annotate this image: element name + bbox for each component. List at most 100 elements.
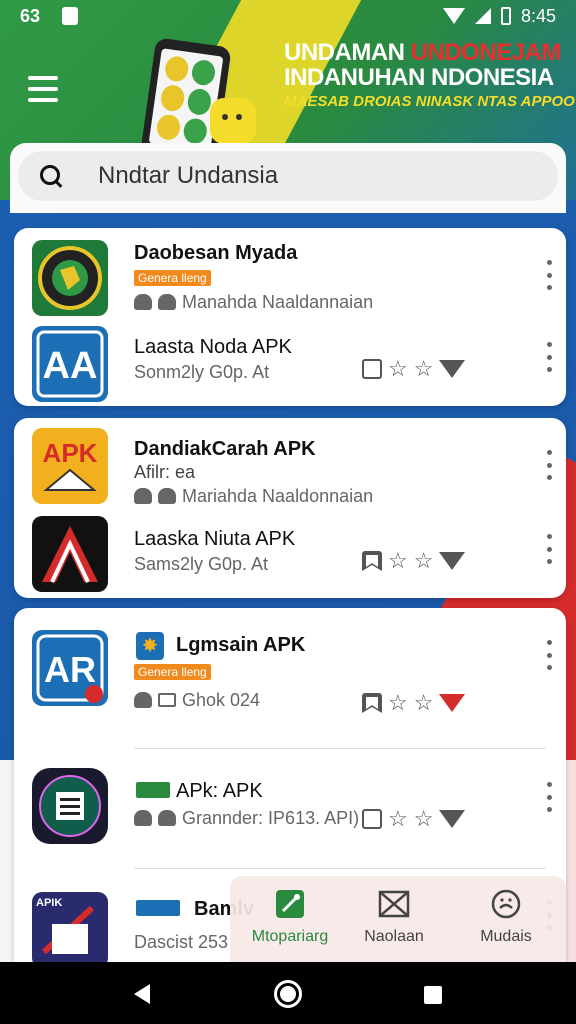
genre-badge: Genera lleng [134, 664, 211, 680]
search-icon[interactable] [40, 165, 62, 187]
star-icon[interactable]: ☆ [414, 808, 434, 830]
headline-line1-b: UNDONEJAM [410, 39, 562, 66]
app-title: Laaska Niuta APK [134, 528, 296, 550]
item-actions: ☆ ☆ [362, 358, 466, 380]
item-actions: ☆ ☆ [362, 550, 466, 572]
app-subtitle: Sams2ly G0p. At [134, 554, 269, 574]
star-icon[interactable]: ☆ [388, 692, 408, 714]
home-icon[interactable] [274, 980, 302, 1008]
list-item[interactable]: APK DandiakCarah APK Afilr: ea Mariahda … [14, 418, 566, 510]
app-subtitle: Sonm2ly G0p. At [134, 362, 270, 382]
app-subtitle: Ghok 024 [134, 690, 260, 711]
app-title: APk: APK [176, 780, 263, 802]
status-number: 63 [20, 5, 41, 26]
system-nav-bar [0, 962, 576, 1024]
mascot-icon [210, 98, 256, 144]
recent-apps-icon[interactable] [424, 986, 442, 1004]
search-panel [10, 143, 566, 213]
people-icon [158, 294, 176, 310]
star-icon[interactable]: ☆ [388, 808, 408, 830]
status-clock: 8:45 [520, 5, 556, 26]
arrow-a-icon [32, 516, 108, 592]
nav-item-face[interactable]: Mudais [456, 888, 556, 946]
download-icon[interactable] [439, 810, 466, 828]
nav-label: Mudais [480, 928, 532, 945]
apk-pre-icon: APIK [32, 892, 108, 968]
more-options-icon[interactable] [546, 782, 552, 812]
star-icon[interactable]: ☆ [414, 692, 434, 714]
app-subtitle: Grannder: IP613. API) [134, 808, 359, 829]
checkbox-icon[interactable] [362, 359, 382, 379]
list-item[interactable]: APk: APK Grannder: IP613. API) ☆ ☆ [14, 750, 566, 868]
more-options-icon[interactable] [546, 450, 552, 480]
app-subtitle-text: Mariahda Naaldonnaian [182, 486, 374, 506]
download-icon[interactable] [439, 694, 466, 712]
header: UNDAMAN UNDONEJAM INDANUHAN NDONESIA MAE… [0, 32, 576, 163]
app-subtitle-text: Manahda Naaldannaian [182, 292, 374, 312]
nav-label: Naolaan [364, 928, 424, 945]
tag-icon [136, 782, 170, 798]
people-icon [134, 810, 152, 826]
app-subtitle-text: Grannder: IP613. API) [182, 808, 360, 828]
app-title: Daobesan Myada [134, 242, 298, 264]
people-icon [158, 810, 176, 826]
notification-icon [62, 7, 79, 25]
headline-line1-a: UNDAMAN [284, 39, 411, 66]
star-icon[interactable]: ☆ [388, 550, 408, 572]
apk-icon: APK [32, 428, 108, 504]
list-item[interactable]: AR ✸ Lgmsain APK Genera lleng Ghok 024 ☆… [14, 608, 566, 748]
signal-icon [474, 8, 491, 24]
face-icon [490, 888, 522, 920]
folder-icon [158, 693, 176, 707]
item-actions: ☆ ☆ [362, 808, 466, 830]
star-icon[interactable]: ☆ [388, 358, 408, 380]
star-icon[interactable]: ☆ [414, 550, 434, 572]
menu-icon[interactable] [28, 76, 58, 102]
nav-item-mail[interactable]: Naolaan [344, 888, 444, 946]
list-item[interactable]: Laaska Niuta APK Sams2ly G0p. At ☆ ☆ [14, 510, 566, 598]
app-title: Lgmsain APK [176, 634, 306, 656]
battery-icon [500, 7, 511, 25]
divider [134, 868, 546, 869]
more-options-icon[interactable] [546, 342, 552, 372]
search-input[interactable] [98, 162, 518, 190]
people-icon [134, 294, 152, 310]
headline-line2: INDANUHAN NDONESIA [284, 64, 554, 92]
genre-badge: Genera lleng [134, 270, 211, 286]
globe-seal-icon [32, 240, 108, 316]
download-icon[interactable] [439, 552, 466, 570]
bookmark-icon[interactable] [362, 693, 382, 713]
circle-logo-icon [32, 768, 108, 844]
star-badge-icon: ✸ [136, 632, 164, 660]
nav-label: Mtopariarg [251, 928, 329, 945]
people-icon [134, 692, 152, 708]
more-options-icon[interactable] [546, 534, 552, 564]
people-icon [158, 488, 176, 504]
status-bar: 63 8:45 [0, 0, 576, 32]
mail-icon [378, 888, 410, 920]
banner-headline: UNDAMAN UNDONEJAM INDANUHAN NDONESIA MAE… [284, 39, 575, 111]
star-icon[interactable]: ☆ [414, 358, 434, 380]
checkbox-icon[interactable] [362, 809, 382, 829]
app-title: DandiakCarah APK [134, 438, 316, 460]
list-item[interactable]: AA Laasta Noda APK Sonm2ly G0p. At ☆ ☆ [14, 318, 566, 406]
app-subtitle: Manahda Naaldannaian [134, 292, 373, 313]
ar-icon: AR [32, 630, 108, 706]
search-bar[interactable] [18, 151, 558, 201]
nav-item-brush[interactable]: Mtopariarg [240, 888, 340, 946]
app-subtitle-text: Ghok 024 [182, 690, 261, 710]
aa-glyph: AA [43, 345, 98, 387]
item-actions: ☆ ☆ [362, 692, 466, 714]
headline-line3: MAESAB DROIAS NINASK NTAS APPOO [284, 93, 575, 111]
apk-glyph: APK [43, 438, 98, 468]
bottom-nav: Mtopariarg Naolaan Mudais [230, 876, 566, 962]
back-icon[interactable] [134, 984, 150, 1004]
app-title: Laasta Noda APK [134, 336, 292, 358]
more-options-icon[interactable] [546, 640, 552, 670]
more-options-icon[interactable] [546, 260, 552, 290]
list-item[interactable]: Daobesan Myada Genera lleng Manahda Naal… [14, 228, 566, 318]
status-right: 8:45 [442, 5, 556, 27]
bookmark-icon[interactable] [362, 551, 382, 571]
download-icon[interactable] [439, 360, 466, 378]
apk-pre-glyph: APIK [36, 897, 62, 909]
